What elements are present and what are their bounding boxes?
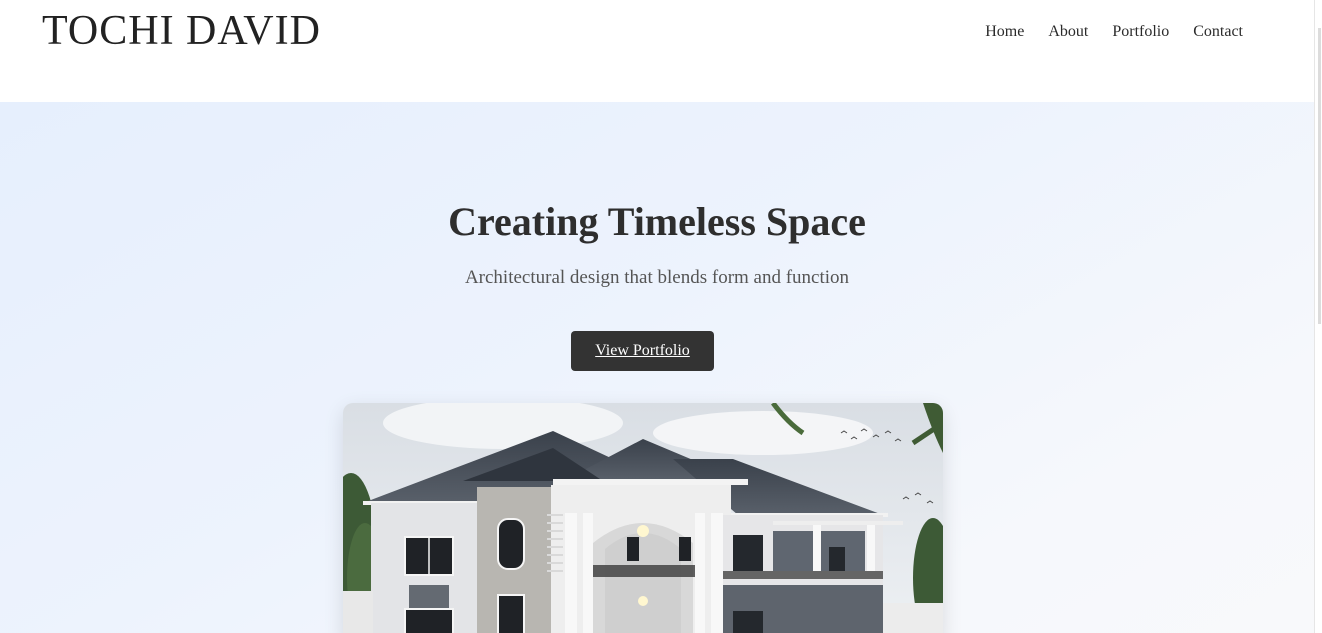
house-photo	[343, 403, 943, 633]
site-logo[interactable]: TOCHI DAVID	[42, 8, 321, 54]
hero-subtitle: Architectural design that blends form an…	[464, 267, 850, 288]
page: TOCHI DAVID Home About Portfolio Contact…	[0, 0, 1322, 633]
site-header: TOCHI DAVID Home About Portfolio Contact	[0, 0, 1322, 102]
view-portfolio-button[interactable]: View Portfolio	[571, 331, 714, 371]
scrollbar-thumb[interactable]	[1318, 28, 1321, 324]
scrollbar[interactable]	[1314, 0, 1322, 633]
hero-title: Creating Timeless Space	[448, 199, 866, 244]
nav-about[interactable]: About	[1048, 22, 1088, 42]
nav-contact[interactable]: Contact	[1193, 22, 1243, 42]
main-nav: Home About Portfolio Contact	[961, 22, 1243, 42]
hero-section: Creating Timeless Space Architectural de…	[0, 102, 1314, 633]
nav-home[interactable]: Home	[985, 22, 1024, 42]
nav-portfolio[interactable]: Portfolio	[1112, 22, 1169, 42]
